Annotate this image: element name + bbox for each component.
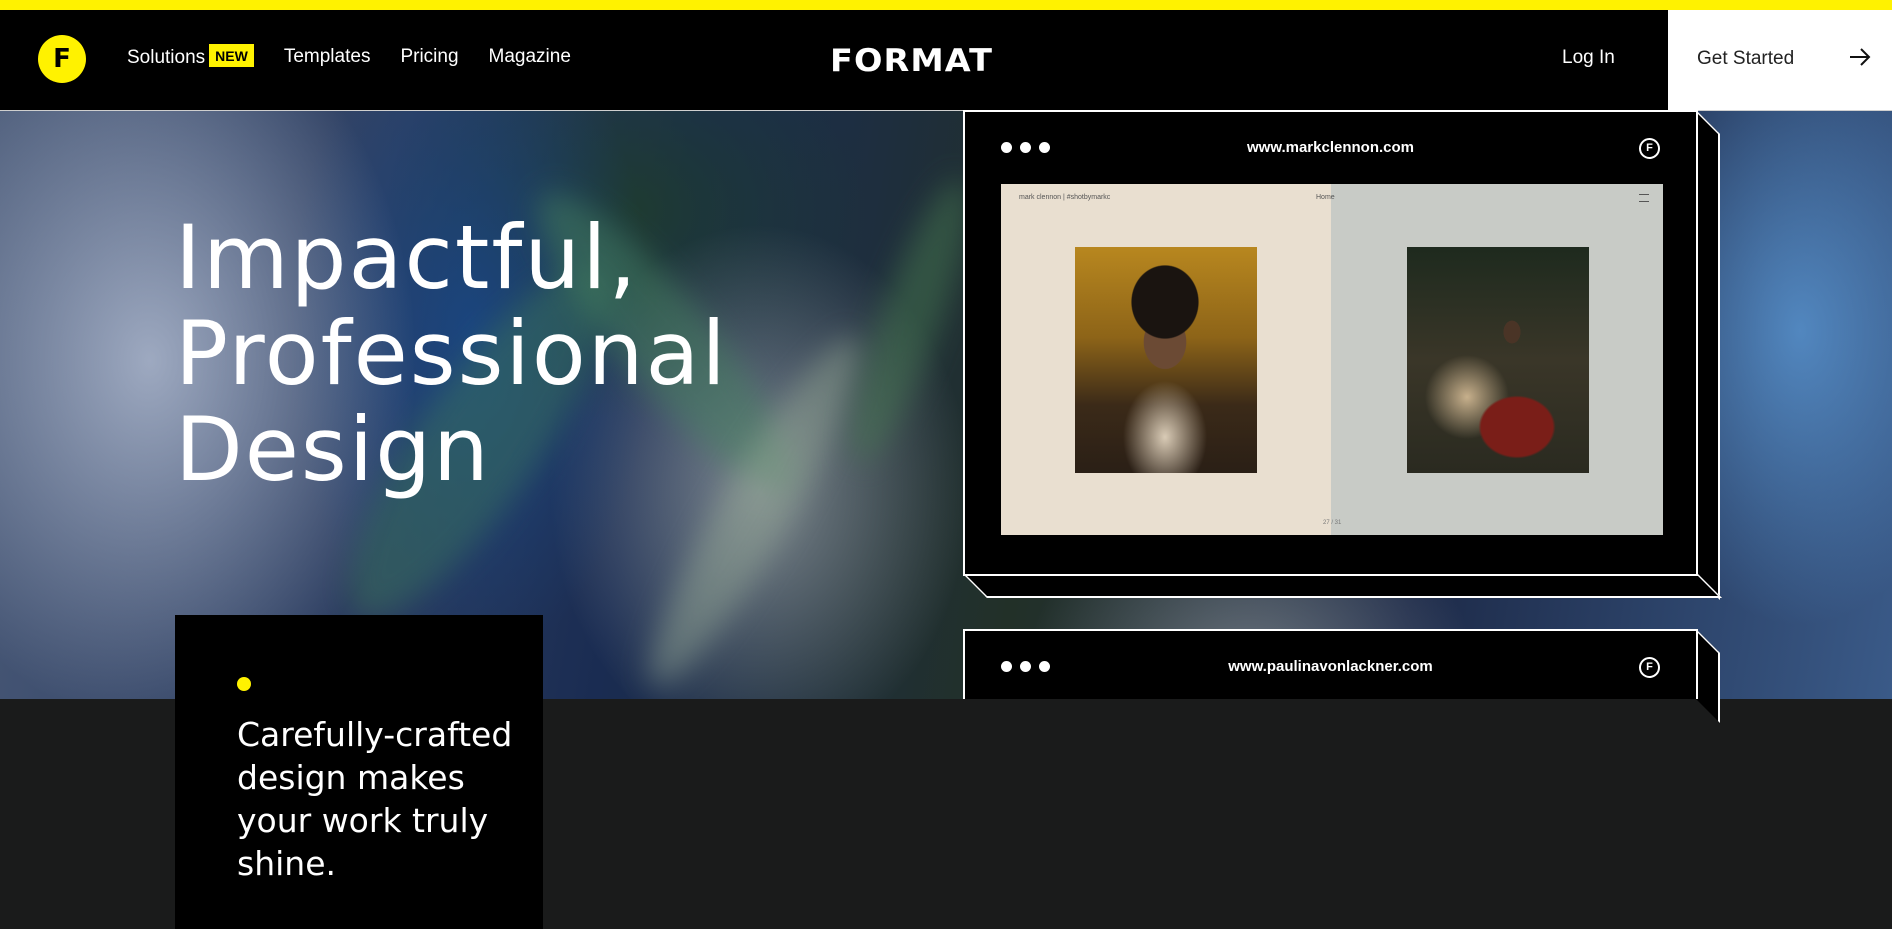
feature-card: Carefully-crafted design makes your work… (175, 615, 543, 929)
login-link[interactable]: Log In (1562, 47, 1615, 69)
browser-frame-side (1696, 110, 1720, 600)
nav-link-solutions[interactable]: Solutions NEW (127, 44, 254, 69)
format-badge-icon: F (1639, 138, 1660, 159)
portrait-photo (1075, 247, 1257, 473)
nav-link-pricing[interactable]: Pricing (400, 46, 458, 68)
feature-card-text: Carefully-crafted design makes your work… (237, 715, 513, 883)
site-nav-home: Home (1316, 194, 1335, 201)
page-indicator: 27 / 31 (1323, 520, 1342, 526)
top-accent-bar (0, 0, 1892, 10)
headline-line: Professional (175, 302, 728, 405)
get-started-button[interactable]: Get Started (1668, 10, 1892, 110)
browser-mockup-paulinavonlackner: www.paulinavonlackner.com F (963, 629, 1698, 699)
top-nav: F Solutions NEW Templates Pricing Magazin… (0, 10, 1892, 111)
nav-link-magazine[interactable]: Magazine (489, 46, 571, 68)
fashion-photo (1407, 247, 1589, 473)
nav-links: Solutions NEW Templates Pricing Magazine (127, 44, 601, 69)
hero-headline: Impactful, Professional Design (175, 210, 728, 498)
headline-line: Design (175, 398, 491, 501)
logo-icon[interactable]: F (38, 35, 86, 83)
headline-line: Impactful, (175, 206, 639, 309)
nav-link-templates[interactable]: Templates (284, 46, 371, 68)
site-preview[interactable]: mark clennon | #shotbymarkc Home 27 / 31 (1001, 184, 1663, 535)
browser-frame-bottom (963, 574, 1722, 598)
hamburger-menu-icon (1639, 194, 1649, 202)
browser-url[interactable]: www.markclennon.com (965, 139, 1696, 156)
browser-url[interactable]: www.paulinavonlackner.com (965, 658, 1696, 675)
bullet-dot-icon (237, 677, 251, 691)
browser-mockup-markclennon: www.markclennon.com F mark clennon | #sh… (963, 110, 1698, 576)
nav-link-label: Solutions (127, 47, 206, 68)
format-badge-icon: F (1639, 657, 1660, 678)
arrow-right-icon (1850, 48, 1871, 66)
get-started-label: Get Started (1697, 48, 1795, 69)
brand-wordmark[interactable]: FORMAT (830, 43, 993, 79)
new-badge: NEW (209, 44, 254, 67)
site-meta-text: mark clennon | #shotbymarkc (1019, 194, 1111, 201)
